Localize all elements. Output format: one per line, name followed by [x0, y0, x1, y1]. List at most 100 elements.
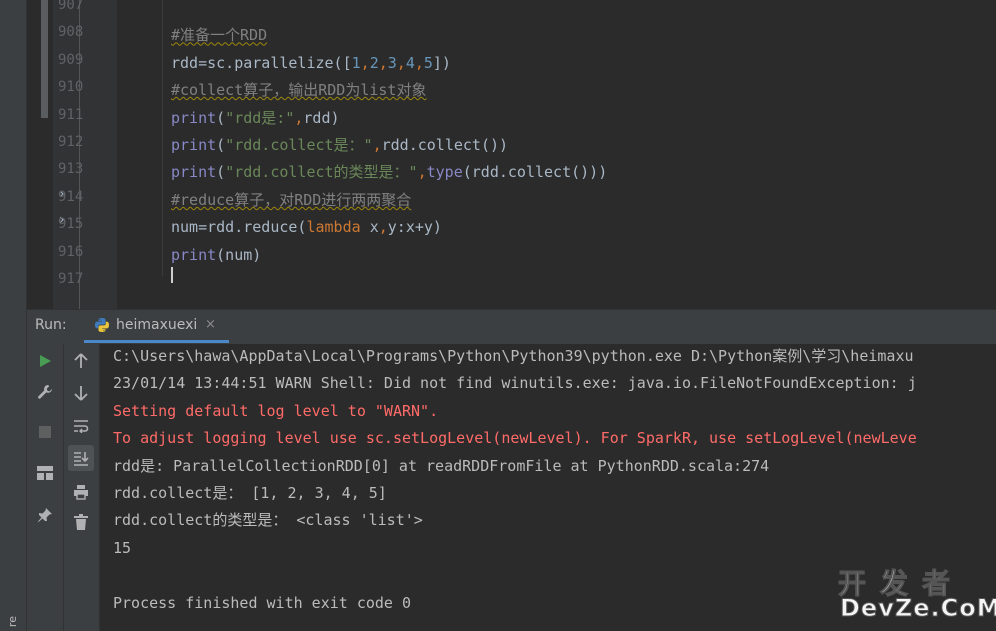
code-token: y [387, 218, 397, 237]
scroll-to-end-icon[interactable] [68, 445, 94, 471]
code-token: , [372, 136, 382, 154]
soft-wrap-icon-shape [74, 420, 89, 433]
code-token: (num) [216, 245, 262, 264]
line-number: 909 [58, 51, 84, 68]
code-token: lambda [306, 218, 370, 237]
line-number: 910 [58, 79, 84, 96]
wrench-icon[interactable] [32, 379, 58, 405]
left-tool-strip: re [0, 0, 27, 631]
print-icon-shape [74, 485, 88, 500]
soft-wrap-icon[interactable] [68, 413, 94, 439]
layout-icon-shape [37, 466, 53, 480]
code-token: rdd.collect()) [381, 136, 509, 154]
trash-icon[interactable] [68, 509, 94, 535]
code-token: x+y) [405, 218, 442, 237]
code-token: : [396, 218, 406, 237]
code-token: print [171, 245, 217, 264]
pin-icon-shape [38, 508, 52, 522]
python-icon [95, 318, 109, 332]
code-token: , [360, 53, 370, 72]
run-toolbar-secondary [64, 344, 100, 631]
line-number: 916 [58, 243, 84, 260]
code-token: rdd=sc.parallelize([ [171, 53, 352, 72]
watermark-english: DevZe.CoM [840, 594, 996, 623]
code-token: 4 [405, 53, 415, 72]
code-token: #准备一个RDD [171, 26, 268, 45]
line-number: 907 [58, 0, 84, 13]
line-number: 908 [58, 24, 84, 41]
console-line: C:\Users\hawa\AppData\Local\Programs\Pyt… [113, 347, 914, 365]
trash-icon-shape [74, 514, 88, 530]
arrow-up-icon[interactable] [68, 348, 94, 374]
pin-icon[interactable] [32, 502, 58, 528]
stop-icon[interactable] [32, 419, 58, 445]
code-token: ( [216, 136, 226, 154]
code-token: ( [216, 163, 226, 182]
code-token: #collect算子，输出RDD为list对象 [171, 81, 427, 100]
code-token: 1 [351, 53, 361, 72]
line-number: 911 [58, 106, 84, 123]
code-token: "rdd.collect的类型是：" [225, 163, 418, 182]
run-tab-label: heimaxuexi [116, 317, 198, 333]
editor-scrollbar-thumb[interactable] [41, 0, 48, 118]
close-icon[interactable]: × [205, 317, 216, 332]
code-line[interactable]: #collect算子，输出RDD为list对象 [171, 80, 426, 100]
code-line[interactable]: print("rdd是:",rdd) [171, 108, 340, 128]
run-icon[interactable] [32, 348, 58, 374]
wrench-icon-shape [38, 385, 52, 399]
code-token: print [171, 136, 217, 154]
code-token: x [369, 218, 379, 237]
code-token: "rdd是:" [225, 108, 295, 127]
code-token: , [396, 53, 406, 72]
code-token: #reduce算子，对RDD进行两两聚合 [171, 190, 412, 209]
console-line: rdd是: ParallelCollectionRDD[0] at readRD… [113, 456, 770, 475]
layout-icon[interactable] [32, 460, 58, 486]
console-line: 23/01/14 13:44:51 WARN Shell: Did not fi… [113, 374, 917, 393]
code-line[interactable]: num=rdd.reduce(lambda x,y:x+y) [171, 217, 442, 237]
gutter-separator [79, 0, 80, 309]
active-tab-indicator [84, 340, 229, 343]
code-line[interactable]: #准备一个RDD [171, 25, 267, 45]
code-token: , [417, 163, 427, 182]
run-toolbar-primary [27, 344, 64, 631]
scroll-to-end-icon-shape [74, 452, 89, 466]
console-line: rdd.collect是： [1, 2, 3, 4, 5] [113, 484, 387, 502]
arrow-down-icon[interactable] [68, 380, 94, 406]
code-line[interactable]: rdd=sc.parallelize([1,2,3,4,5]) [171, 53, 451, 73]
code-token: type [426, 163, 463, 182]
code-line[interactable]: print("rdd.collect的类型是：",type(rdd.collec… [171, 162, 607, 182]
code-token: rdd) [303, 108, 340, 127]
line-number: 917 [58, 271, 84, 287]
console-line: To adjust logging level use sc.setLogLev… [113, 429, 917, 448]
code-token: print [171, 108, 217, 127]
code-token: 5 [423, 53, 433, 72]
console-line: Setting default log level to "WARN". [113, 401, 439, 420]
code-token: ]) [432, 53, 451, 72]
console-line: 15 [113, 538, 132, 557]
print-icon[interactable] [68, 479, 94, 505]
code-token: 2 [369, 53, 379, 72]
code-token: "rdd.collect是：" [225, 136, 373, 154]
code-line[interactable]: print(num) [171, 245, 261, 265]
console-line: rdd.collect的类型是： <class 'list'> [113, 511, 423, 530]
left-strip-label[interactable]: re [6, 616, 19, 627]
text-cursor [171, 267, 173, 283]
stop-icon-shape [39, 426, 51, 438]
indent-guide [162, 0, 163, 276]
run-tab-heimaxuexi[interactable]: heimaxuexi × [84, 309, 229, 343]
code-token: (rdd.collect())) [462, 163, 608, 182]
line-number: 915 [58, 216, 84, 233]
code-token: print [171, 163, 217, 182]
code-line[interactable]: print("rdd.collect是：",rdd.collect()) [171, 135, 508, 155]
watermark-logo: 开发者 DevZe.CoM [838, 562, 996, 627]
code-token: , [378, 218, 388, 237]
arrow-down-icon-shape [74, 386, 88, 401]
run-panel-title: Run: [35, 317, 67, 333]
code-line[interactable]: #reduce算子，对RDD进行两两聚合 [171, 190, 411, 210]
line-number: 914 [58, 188, 84, 205]
code-token: , [414, 53, 424, 72]
line-number: 913 [58, 161, 84, 178]
line-number: 912 [58, 134, 84, 150]
code-token: 3 [387, 53, 397, 72]
code-token: ( [216, 108, 226, 127]
